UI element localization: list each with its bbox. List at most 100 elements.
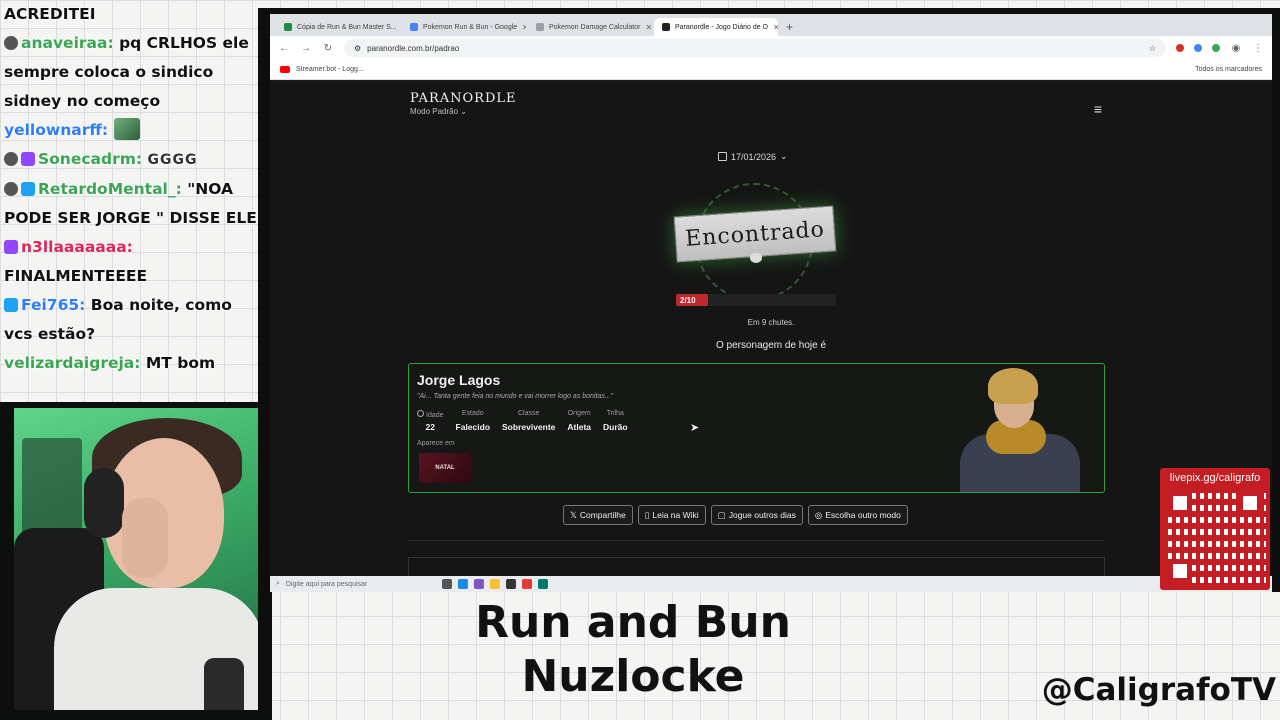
tab-label: Pokemon Damage Calculator	[549, 23, 641, 31]
browser-tab[interactable]: Cópia de Run & Bun Master S... ✕	[276, 18, 400, 36]
app-icon[interactable]	[537, 579, 548, 589]
taskbar-search[interactable]: Digite aqui para pesquisar	[286, 581, 436, 588]
game-title-overlay: Run and Bun Nuzlocke	[475, 597, 791, 702]
badge-icon	[4, 182, 18, 196]
windows-taskbar: ⌕ Digite aqui para pesquisar ▴ ▭	[270, 576, 1272, 592]
share-button[interactable]: 𝕏 Compartilhe	[563, 505, 633, 525]
headset-icon	[84, 468, 124, 538]
extension-icon[interactable]	[1194, 44, 1202, 52]
attribute-header: Idade	[417, 410, 444, 422]
sheets-icon	[284, 23, 292, 31]
wiki-button[interactable]: ▯ Leia na Wiki	[637, 505, 706, 525]
chat-username: yellownarff:	[4, 121, 109, 139]
other-days-button[interactable]: ▢ Jogue outros dias	[710, 505, 803, 525]
chat-text: ACREDITEI	[4, 5, 96, 23]
close-icon[interactable]: ✕	[773, 23, 778, 32]
bookmarks-bar: Streamer.bot - Logg... Todos os marcador…	[270, 60, 1272, 80]
calendar-icon: ▢	[717, 509, 726, 520]
status-text: Encontrado	[684, 216, 826, 252]
attribute-value: Sobrevivente	[502, 422, 556, 432]
back-icon[interactable]: ←	[278, 43, 290, 54]
site-logo[interactable]: PARANORDLE Modo Padrão ⌄	[410, 91, 516, 116]
obs-icon[interactable]	[505, 579, 516, 589]
guess-progress-bar: 2/10	[676, 294, 836, 306]
chat-username: n3llaaaaaaa:	[21, 238, 133, 256]
chrome-icon[interactable]	[521, 579, 532, 589]
paranordle-favicon-icon	[662, 23, 670, 31]
reload-icon[interactable]: ↻	[322, 43, 334, 54]
attribute-value: Durão	[603, 422, 628, 432]
character-name: Jorge Lagos	[417, 372, 501, 388]
task-view-icon[interactable]	[441, 579, 452, 589]
attribute-value: Atleta	[567, 422, 592, 432]
hamburger-menu-icon[interactable]: ≡	[1094, 101, 1102, 117]
chevron-down-icon: ⌄	[780, 151, 788, 161]
emblem-icon	[750, 253, 762, 263]
browser-capture: Cópia de Run & Bun Master S... ✕ Pokemon…	[258, 8, 1280, 592]
bookmark-item[interactable]: Streamer.bot - Logg...	[296, 66, 364, 73]
info-icon[interactable]	[417, 410, 424, 417]
attribute-header: Trilha	[606, 410, 624, 417]
subscriber-badge-icon	[21, 152, 35, 166]
extension-icon[interactable]	[1176, 44, 1184, 52]
chat-message: Fei765: Boa noite, como vcs estão?	[4, 291, 258, 349]
url-text: paranordle.com.br/padrao	[367, 43, 460, 53]
profile-icon[interactable]: ◉	[1230, 43, 1242, 54]
extension-icon[interactable]	[1212, 44, 1220, 52]
webcam-frame	[0, 402, 272, 720]
site-info-icon[interactable]: ⚙	[354, 44, 361, 53]
attribute-header: Estado	[461, 410, 484, 417]
all-bookmarks-button[interactable]: Todos os marcadores	[1195, 66, 1262, 73]
app-icon[interactable]	[473, 579, 484, 589]
mode-selector[interactable]: Modo Padrão ⌄	[410, 107, 516, 116]
appears-in-label: Aparece em	[417, 440, 455, 447]
menu-icon[interactable]: ⋮	[1252, 43, 1264, 54]
youtube-icon	[280, 66, 290, 73]
logo-text: PARANORDLE	[410, 91, 517, 106]
calendar-icon	[718, 152, 727, 161]
browser-tab[interactable]: Pokemon Damage Calculator ✕	[528, 18, 652, 36]
chat-message: ACREDITEI	[4, 0, 258, 29]
chat-text: GGGG	[147, 152, 198, 168]
qr-label: livepix.gg/caligrafo	[1169, 472, 1261, 484]
divider	[408, 540, 1105, 541]
tab-label: Paranordle - Jogo Diário de O	[675, 23, 768, 31]
close-icon[interactable]: ✕	[522, 23, 526, 32]
date-picker[interactable]: 17/01/2026 ⌄	[718, 151, 788, 162]
mouse-cursor-icon: ➤	[690, 422, 700, 434]
chat-message: velizardaigreja: MT bom	[4, 349, 258, 378]
x-logo-icon: 𝕏	[570, 509, 577, 520]
progress-label: 2/10	[680, 295, 696, 305]
badge-icon	[4, 152, 18, 166]
close-icon[interactable]: ✕	[645, 23, 652, 32]
search-icon[interactable]: ⌕	[276, 580, 280, 588]
attribute-column: Classe Sobrevivente	[502, 410, 555, 432]
action-buttons: 𝕏 Compartilhe ▯ Leia na Wiki ▢ Jogue outros…	[563, 505, 908, 525]
thumbnail-title: NATAL	[435, 465, 455, 471]
browser-toolbar: ← → ↻ ⚙ paranordle.com.br/padrao ☆ ◉ ⋮	[270, 36, 1272, 60]
chat-username: Fei765:	[21, 296, 86, 314]
browser-tab-active[interactable]: Paranordle - Jogo Diário de O ✕	[654, 18, 778, 36]
bookmark-star-icon[interactable]: ☆	[1149, 44, 1156, 53]
stream-chat: ACREDITEI anaveiraa: pq CRLHOS ele sempr…	[0, 0, 262, 400]
tab-label: Pokemon Run & Bun - Google	[423, 23, 518, 31]
appears-in-thumbnail[interactable]: NATAL	[419, 453, 471, 483]
edge-icon[interactable]	[457, 579, 468, 589]
attribute-column: Estado Falecido	[456, 410, 490, 432]
attribute-header: Classe	[518, 410, 540, 417]
chat-username: anaveiraa:	[21, 34, 114, 52]
attribute-value: Falecido	[455, 422, 491, 432]
today-caption: O personagem de hoje é	[715, 340, 827, 351]
address-bar[interactable]: ⚙ paranordle.com.br/padrao ☆	[344, 39, 1166, 57]
other-mode-button[interactable]: ◎ Escolha outro modo	[807, 505, 908, 525]
character-portrait	[950, 364, 1090, 492]
chat-username: velizardaigreja:	[4, 354, 141, 372]
new-tab-button[interactable]: +	[780, 18, 799, 36]
forward-icon[interactable]: →	[300, 43, 312, 54]
tab-strip: Cópia de Run & Bun Master S... ✕ Pokemon…	[270, 14, 1272, 36]
character-card: Jorge Lagos "Ai... Tanta gente feia no m…	[408, 363, 1105, 493]
attribute-table: Idade 22 Estado Falecido Classe Sobreviv…	[417, 410, 628, 432]
browser-tab[interactable]: Pokemon Run & Bun - Google ✕	[402, 18, 526, 36]
folder-icon[interactable]	[489, 579, 500, 589]
chat-username: RetardoMental_:	[38, 180, 182, 198]
